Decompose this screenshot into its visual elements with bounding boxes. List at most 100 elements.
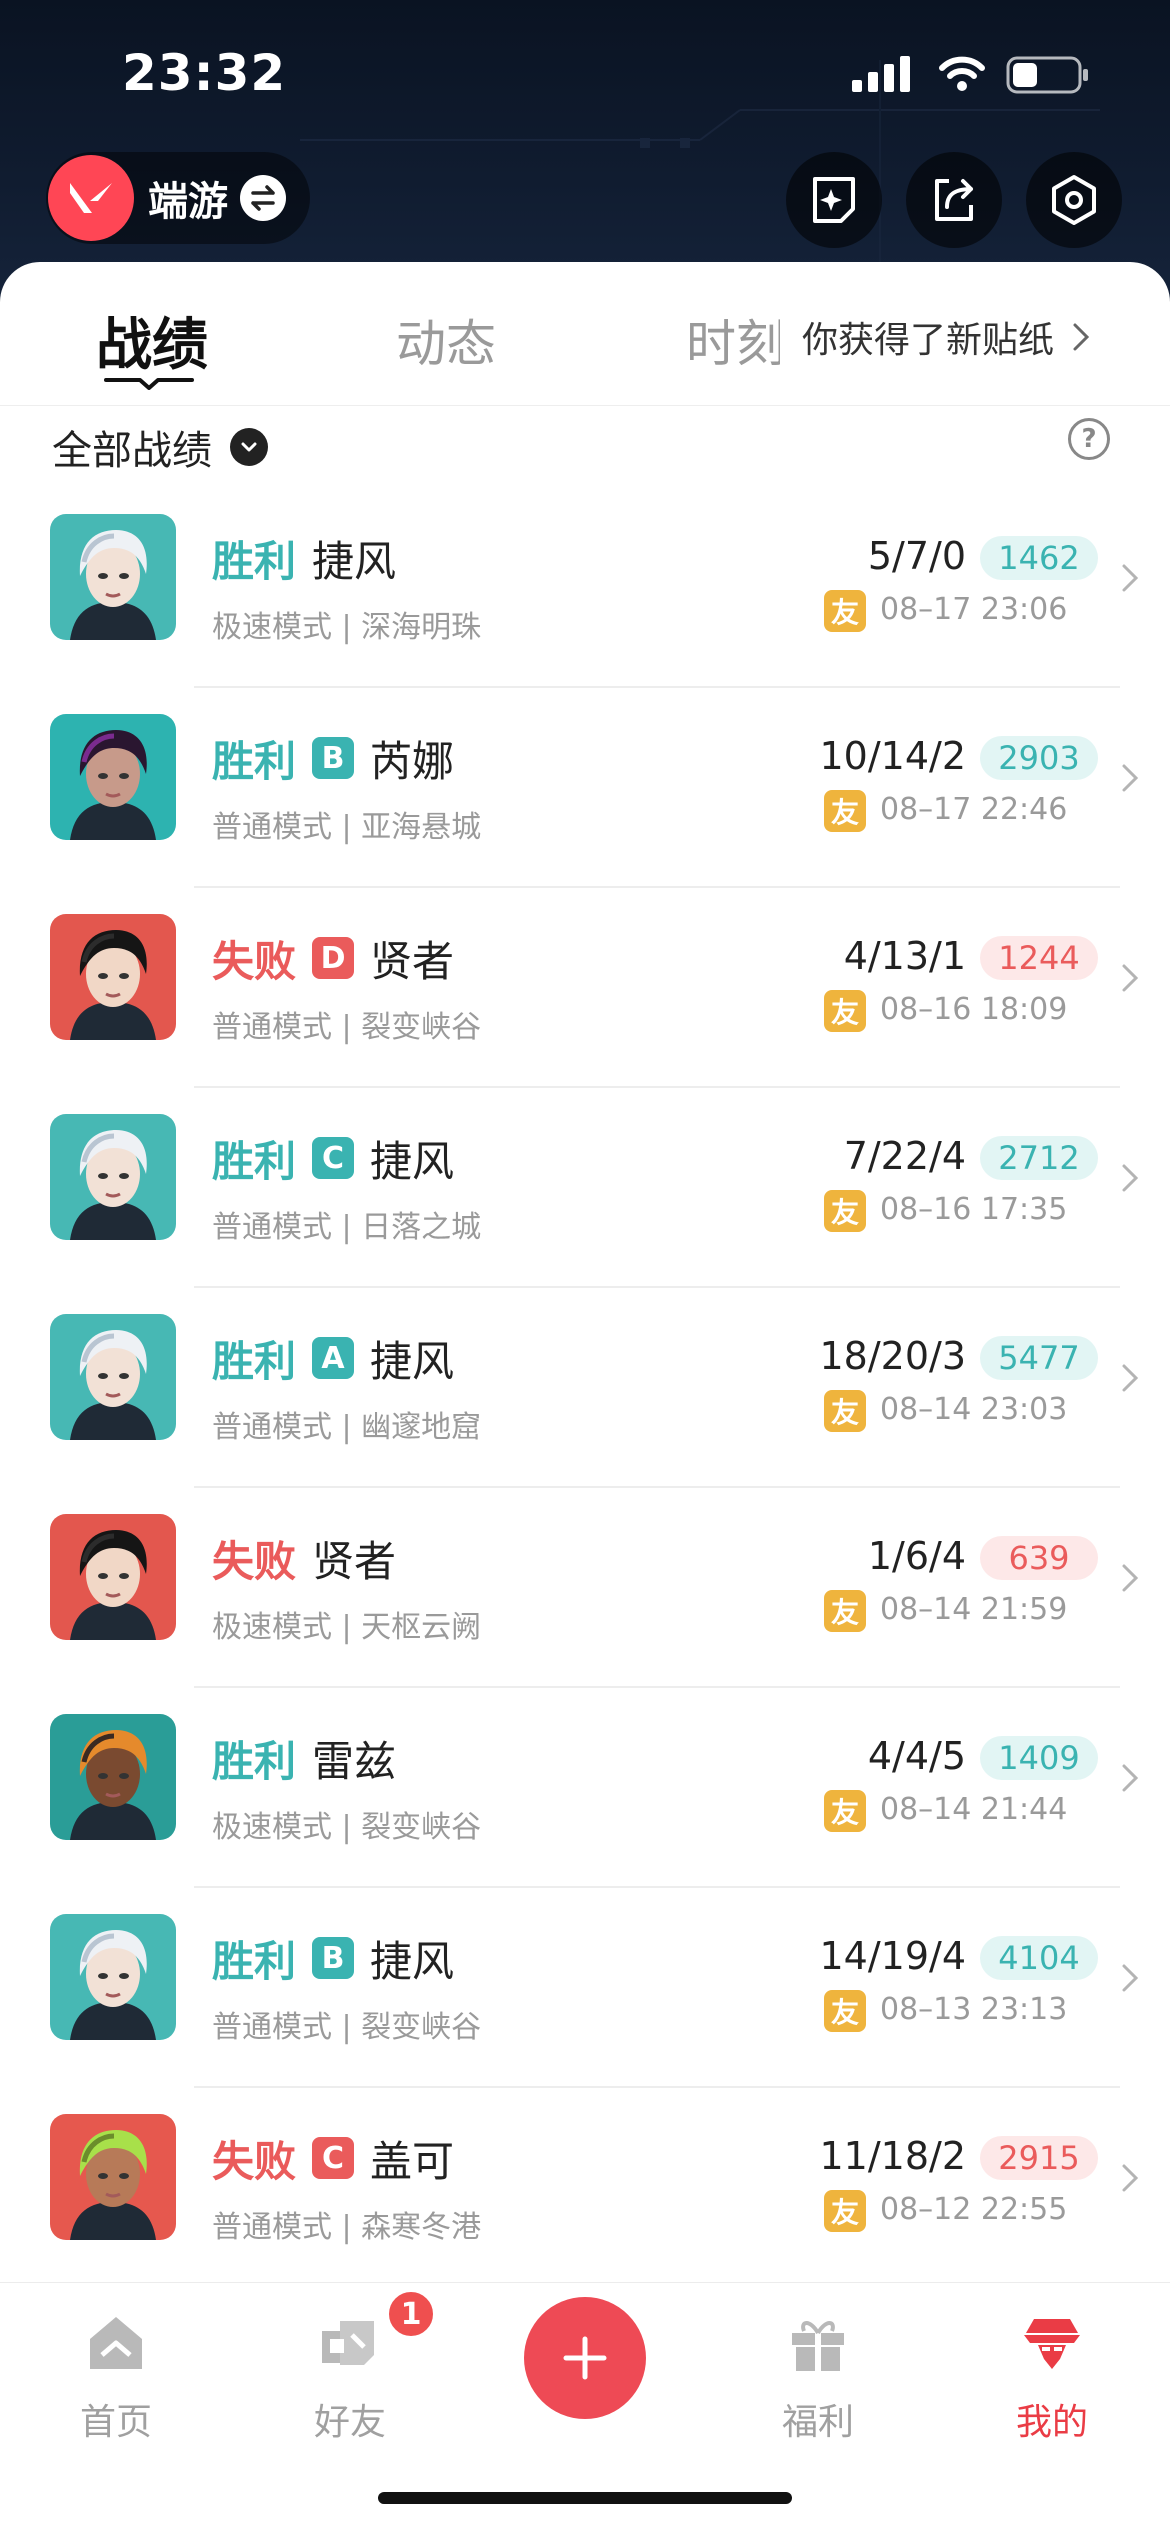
- match-kda: 10/14/2: [819, 734, 967, 778]
- match-list: 胜利 捷风 极速模式 | 深海明珠 5/7/0 1462 友 08–17 23:06 胜利 B 芮…: [0, 488, 1170, 2288]
- match-row[interactable]: 胜利 雷兹极速模式 | 裂变峡谷 4/4/5 1409 友 08–14 21:44: [0, 1688, 1170, 1888]
- match-mode-map: 普通模式 | 裂变峡谷: [212, 1010, 482, 1045]
- chevron-right-icon: [1122, 964, 1139, 992]
- home-indicator: [378, 2492, 792, 2504]
- friend-badge: 友: [824, 990, 866, 1032]
- add-button[interactable]: [524, 2297, 646, 2419]
- records-filter[interactable]: 全部战绩: [52, 412, 268, 482]
- gift-icon: [792, 2321, 844, 2371]
- match-title: 失败 D 贤者: [212, 930, 454, 986]
- friend-badge: 友: [824, 1590, 866, 1632]
- account-name: 端游: [148, 179, 228, 225]
- match-score: 2712: [980, 1136, 1098, 1180]
- match-mode-map: 普通模式 | 亚海悬城: [212, 810, 482, 845]
- match-title: 胜利 C 捷风: [212, 1130, 454, 1186]
- agent-avatar: [50, 914, 176, 1040]
- match-time: 08–12 22:55: [880, 2192, 1068, 2227]
- match-score: 1244: [980, 936, 1098, 980]
- tab-feed[interactable]: 动态: [396, 304, 496, 376]
- grade-badge: A: [312, 1337, 355, 1379]
- agent-name: 捷风: [370, 1136, 455, 1186]
- nav-welfare[interactable]: 福利: [738, 2311, 898, 2445]
- tab-active-indicator: [104, 378, 194, 390]
- agent-avatar: [50, 714, 176, 840]
- friend-badge: 友: [824, 790, 866, 832]
- nav-home[interactable]: 首页: [36, 2311, 196, 2445]
- share-icon: [935, 179, 973, 221]
- match-result: 失败: [212, 1536, 297, 1586]
- match-kda: 5/7/0: [867, 534, 966, 578]
- match-mode-map: 极速模式 | 天枢云阙: [212, 1610, 482, 1645]
- friend-badge: 友: [824, 590, 866, 632]
- match-result: 胜利: [212, 1736, 297, 1786]
- match-result: 胜利: [212, 1336, 297, 1386]
- match-title: 胜利 雷兹: [212, 1730, 396, 1786]
- nav-profile[interactable]: 我的: [972, 2311, 1132, 2445]
- grade-badge: B: [312, 737, 355, 779]
- match-result: 失败: [212, 2136, 297, 2186]
- match-time: 08–14 21:44: [880, 1792, 1068, 1827]
- nav-friends-label: 好友: [313, 2402, 386, 2443]
- agent-avatar: [50, 1914, 176, 2040]
- agent-name: 贤者: [370, 936, 455, 986]
- friends-icon: [322, 2321, 374, 2365]
- account-switcher[interactable]: 端游: [46, 152, 310, 244]
- share-button[interactable]: [906, 152, 1002, 248]
- chevron-right-icon: [1122, 2164, 1139, 2192]
- wifi-icon: [939, 56, 985, 91]
- settings-button[interactable]: [1026, 152, 1122, 248]
- nav-home-label: 首页: [79, 2402, 152, 2443]
- agent-name: 贤者: [312, 1536, 397, 1586]
- help-icon[interactable]: ?: [1068, 418, 1110, 460]
- chevron-right-icon: [1122, 1964, 1139, 1992]
- match-title: 失败 C 盖可: [212, 2130, 454, 2186]
- match-score: 1462: [980, 536, 1098, 580]
- match-kda: 7/22/4: [843, 1134, 966, 1178]
- friend-badge: 友: [824, 1390, 866, 1432]
- match-row[interactable]: 胜利 C 捷风 普通模式 | 日落之城 7/22/4 2712 友 08–16 17:35: [0, 1088, 1170, 1288]
- chevron-right-icon: [1122, 1164, 1139, 1192]
- sticker-icon: [813, 177, 855, 223]
- match-score: 5477: [980, 1336, 1098, 1380]
- match-row[interactable]: 失败 C 盖可 普通模式 | 森寒冬港 11/18/2 2915 友 08–12 22:55: [0, 2088, 1170, 2288]
- swap-icon[interactable]: [240, 175, 286, 221]
- match-kda: 14/19/4: [819, 1934, 967, 1978]
- cellular-signal-icon: [852, 56, 910, 92]
- valorant-logo-icon: [48, 155, 134, 241]
- agent-avatar: [50, 514, 176, 640]
- plus-icon: [563, 2336, 607, 2380]
- match-score: 2915: [980, 2136, 1098, 2180]
- match-time: 08–13 23:13: [880, 1992, 1068, 2027]
- match-row[interactable]: 失败 D 贤者 普通模式 | 裂变峡谷 4/13/1 1244 友 08–16 18:09: [0, 888, 1170, 1088]
- match-title: 失败 贤者: [212, 1530, 396, 1586]
- match-row[interactable]: 胜利 捷风 极速模式 | 深海明珠 5/7/0 1462 友 08–17 23:06: [0, 488, 1170, 688]
- match-time: 08–17 22:46: [880, 792, 1068, 827]
- filter-label: 全部战绩: [52, 428, 212, 474]
- grade-badge: C: [312, 1137, 355, 1179]
- content-card: 战绩 动态 时刻 你获得了新贴纸 全部战绩 ? 胜利 捷风 极速模式 | 深海明珠 5…: [0, 262, 1170, 2532]
- agent-name: 捷风: [312, 536, 397, 586]
- sticker-button[interactable]: [786, 152, 882, 248]
- sticker-notice[interactable]: 你获得了新贴纸: [780, 302, 1095, 372]
- match-score: 1409: [980, 1736, 1098, 1780]
- grade-badge: B: [312, 1937, 355, 1979]
- match-row[interactable]: 胜利 B 捷风 普通模式 | 裂变峡谷 14/19/4 4104 友 08–13 23:13: [0, 1888, 1170, 2088]
- match-result: 失败: [212, 936, 297, 986]
- match-mode-map: 极速模式 | 裂变峡谷: [212, 1810, 482, 1845]
- match-row[interactable]: 失败 贤者 极速模式 | 天枢云阙 1/6/4 639 友 08–14 21:59: [0, 1488, 1170, 1688]
- chevron-right-icon: [1122, 1764, 1139, 1792]
- match-kda: 4/4/5: [867, 1734, 966, 1778]
- match-title: 胜利 B 芮娜: [212, 730, 454, 786]
- match-result: 胜利: [212, 1936, 297, 1986]
- friend-badge: 友: [824, 1990, 866, 2032]
- match-row[interactable]: 胜利 A 捷风 普通模式 | 幽邃地窟 18/20/3 5477 友 08–14 23:03: [0, 1288, 1170, 1488]
- tab-records[interactable]: 战绩: [96, 300, 208, 381]
- friend-badge: 友: [824, 1790, 866, 1832]
- match-result: 胜利: [212, 1136, 297, 1186]
- match-kda: 1/6/4: [867, 1534, 966, 1578]
- match-title: 胜利 B 捷风: [212, 1930, 454, 1986]
- tab-moments[interactable]: 时刻: [686, 304, 786, 376]
- match-row[interactable]: 胜利 B 芮娜 普通模式 | 亚海悬城 10/14/2 2903 友 08–17 22:46: [0, 688, 1170, 888]
- agent-name: 雷兹: [312, 1736, 397, 1786]
- status-time: 23:32: [122, 44, 287, 102]
